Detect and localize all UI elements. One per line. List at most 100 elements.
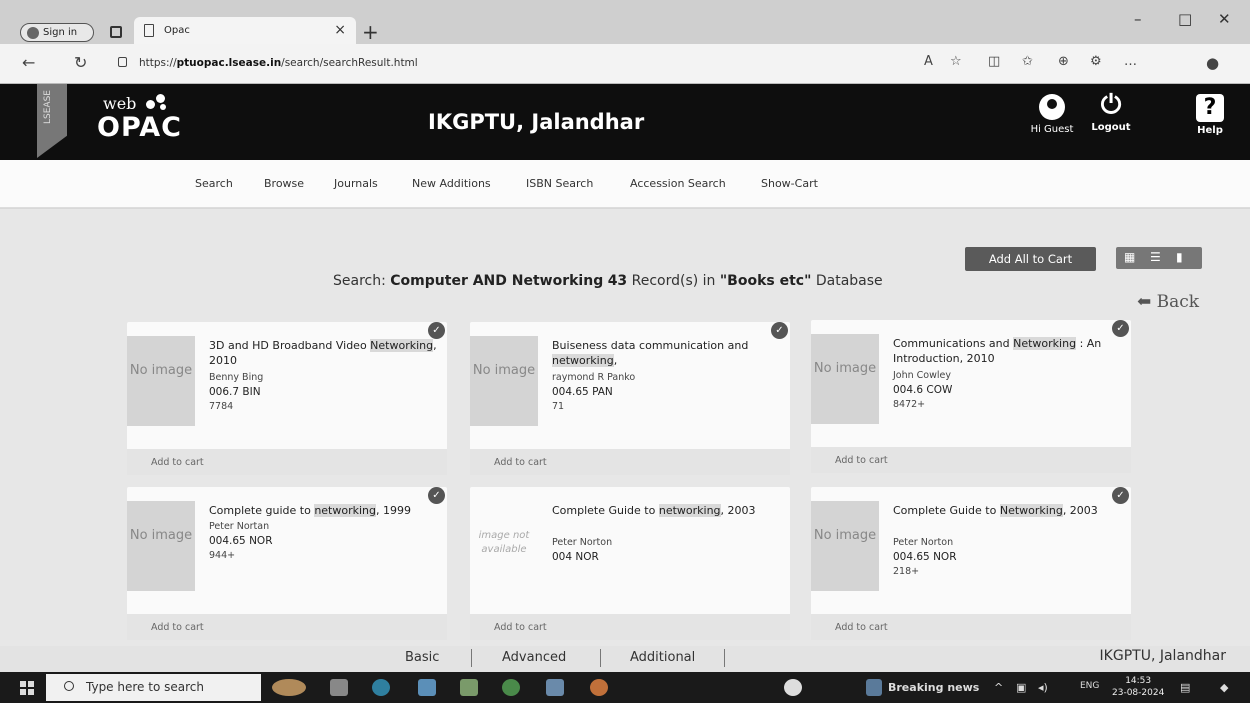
add-all-to-cart-button[interactable]: Add All to Cart <box>965 247 1096 271</box>
tab-basic[interactable]: Basic <box>405 650 439 665</box>
check-icon[interactable]: ✓ <box>428 487 445 504</box>
title-text: , 2003 <box>1062 504 1098 517</box>
collections-icon[interactable]: ⊕ <box>1058 54 1069 69</box>
back-button[interactable]: ⬅ Back <box>1137 292 1199 312</box>
network-icon[interactable]: ▣ <box>1016 681 1026 694</box>
signin-button[interactable]: Sign in <box>20 23 94 42</box>
book-title[interactable]: Communications and Networking : An Intro… <box>893 336 1121 366</box>
ribbon-text: LSEASE <box>43 90 53 124</box>
check-icon[interactable]: ✓ <box>771 322 788 339</box>
call-number: 004.65 NOR <box>893 551 957 563</box>
maximize-icon[interactable]: □ <box>1178 10 1192 28</box>
menu-show-cart[interactable]: Show-Cart <box>761 177 818 190</box>
profile-icon <box>27 26 39 39</box>
add-to-cart-button[interactable]: Add to cart <box>811 447 1131 473</box>
add-to-cart-button[interactable]: Add to cart <box>127 614 447 640</box>
search-icon <box>64 681 74 691</box>
menu-journals[interactable]: Journals <box>334 177 378 190</box>
browser-tab-strip: Sign in Opac × + – □ ✕ <box>0 0 1250 44</box>
volume-icon[interactable]: ◂) <box>1038 681 1048 694</box>
grid-view-icon[interactable]: ▦ <box>1124 250 1140 266</box>
edge-icon[interactable] <box>372 679 390 696</box>
notification-icon[interactable]: ▤ <box>1180 681 1190 694</box>
tab-additional[interactable]: Additional <box>630 650 695 665</box>
url-field[interactable]: https://ptuopac.lsease.in/search/searchR… <box>118 53 898 75</box>
refresh-icon[interactable]: ↻ <box>74 53 87 72</box>
book-title[interactable]: 3D and HD Broadband Video Networking, 20… <box>209 338 437 368</box>
menu-isbn-search[interactable]: ISBN Search <box>526 177 593 190</box>
no-image-placeholder: No image <box>127 501 195 591</box>
result-card: image not available Complete Guide to ne… <box>470 487 790 640</box>
book-title[interactable]: Complete Guide to networking, 2003 <box>552 503 780 518</box>
favorite-star-icon[interactable]: ☆ <box>950 54 962 69</box>
detail-view-icon[interactable]: ▮ <box>1176 250 1192 266</box>
menu-accession-search[interactable]: Accession Search <box>630 177 726 190</box>
read-aloud-icon[interactable]: A <box>924 54 933 69</box>
address-bar-row: ← ↻ https://ptuopac.lsease.in/search/sea… <box>0 44 1250 84</box>
browser-tab[interactable]: Opac × <box>134 17 356 44</box>
add-to-cart-button[interactable]: Add to cart <box>470 614 790 640</box>
book-author: Peter Nortan <box>209 521 270 532</box>
check-icon[interactable]: ✓ <box>1112 320 1129 337</box>
store-icon[interactable] <box>460 679 478 696</box>
add-to-cart-button[interactable]: Add to cart <box>470 449 790 475</box>
book-author: Benny Bing <box>209 372 264 383</box>
windows-start-icon[interactable] <box>20 681 34 695</box>
title-text: Communications and <box>893 337 1014 350</box>
no-image-placeholder: No image <box>470 336 538 426</box>
menu-browse[interactable]: Browse <box>264 177 304 190</box>
minimize-icon[interactable]: – <box>1134 10 1142 28</box>
favorites-icon[interactable]: ✩ <box>1022 54 1033 69</box>
edge-copilot-icon[interactable]: ● <box>1206 54 1219 72</box>
title-highlight: networking <box>658 504 721 517</box>
title-highlight: Networking <box>1013 337 1077 350</box>
back-arrow-icon[interactable]: ← <box>22 53 35 72</box>
help-button[interactable]: ? Help <box>1192 94 1228 136</box>
file-explorer-icon[interactable] <box>418 679 436 696</box>
menu-new-additions[interactable]: New Additions <box>412 177 491 190</box>
chrome-icon[interactable] <box>502 679 520 696</box>
photos-icon[interactable]: ◆ <box>1220 681 1228 694</box>
add-to-cart-button[interactable]: Add to cart <box>811 614 1131 640</box>
check-icon[interactable]: ✓ <box>428 322 445 339</box>
logout-button[interactable]: ⏻ Logout <box>1086 92 1136 133</box>
opac-header: LSEASE web OPAC IKGPTU, Jalandhar Hi Gue… <box>0 84 1250 160</box>
add-to-cart-button[interactable]: Add to cart <box>127 449 447 475</box>
clock[interactable]: 14:53 23-08-2024 <box>1112 675 1164 699</box>
mail-icon[interactable] <box>546 679 564 696</box>
tray-chevron-icon[interactable]: ^ <box>994 681 1003 694</box>
search-summary: Search: Computer AND Networking 43 Recor… <box>333 273 883 289</box>
firefox-icon[interactable] <box>590 679 608 696</box>
news-label[interactable]: Breaking news <box>888 681 979 694</box>
result-card: No image Complete Guide to Networking, 2… <box>811 487 1131 640</box>
user-icon <box>1039 94 1065 120</box>
title-highlight: Networking <box>999 504 1063 517</box>
close-tab-icon[interactable]: × <box>334 22 346 38</box>
search-query: Computer AND Networking <box>390 273 604 289</box>
book-title[interactable]: Complete guide to networking, 1999 <box>209 503 437 518</box>
main-menu: Search Browse Journals New Additions ISB… <box>0 160 1250 208</box>
call-number: 004.6 COW <box>893 384 953 396</box>
help-app-icon[interactable] <box>784 679 802 696</box>
close-window-icon[interactable]: ✕ <box>1218 10 1231 28</box>
extensions-icon[interactable]: ⚙ <box>1090 54 1102 69</box>
greeting-label: Hi Guest <box>1030 124 1074 135</box>
split-screen-icon[interactable]: ◫ <box>988 54 1000 69</box>
book-title[interactable]: Buiseness data communication and network… <box>552 338 780 368</box>
taskbar-search-input[interactable]: Type here to search <box>46 674 261 701</box>
menu-search[interactable]: Search <box>195 177 233 190</box>
new-tab-icon[interactable]: + <box>362 20 379 44</box>
task-view-icon[interactable] <box>330 679 348 696</box>
tab-advanced[interactable]: Advanced <box>502 650 566 665</box>
title-text: , 1999 <box>376 504 411 517</box>
book-title[interactable]: Complete Guide to Networking, 2003 <box>893 503 1121 518</box>
accession-number: 944+ <box>209 550 236 561</box>
list-view-icon[interactable]: ☰ <box>1150 250 1166 266</box>
clock-time: 14:53 <box>1125 676 1152 686</box>
more-icon[interactable]: … <box>1124 54 1137 69</box>
language-label[interactable]: ENG <box>1080 681 1099 691</box>
tab-actions-icon[interactable] <box>110 26 122 38</box>
book-author: John Cowley <box>893 370 951 381</box>
user-menu[interactable]: Hi Guest <box>1026 94 1078 135</box>
check-icon[interactable]: ✓ <box>1112 487 1129 504</box>
